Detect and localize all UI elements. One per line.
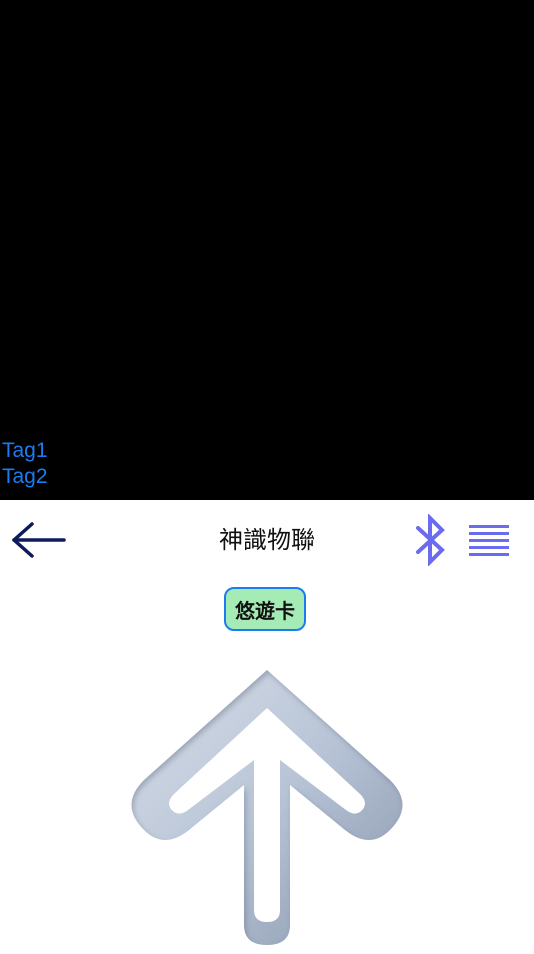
page-title: 神識物聯 xyxy=(219,526,315,554)
camera-preview: Tag1 Tag2 xyxy=(0,0,534,500)
arrow-up-icon xyxy=(131,670,403,945)
tag-label: Tag2 xyxy=(2,465,48,488)
tag-label: Tag1 xyxy=(2,439,48,462)
nav-bar: 神識物聯 xyxy=(0,500,534,580)
direction-indicator xyxy=(120,660,414,950)
menu-lines-icon xyxy=(469,525,509,556)
bluetooth-icon xyxy=(416,513,445,567)
card-type-badge[interactable]: 悠遊卡 xyxy=(224,587,306,631)
menu-button[interactable] xyxy=(466,522,512,558)
bluetooth-button[interactable] xyxy=(412,513,448,567)
tag-list: Tag1 Tag2 xyxy=(2,438,48,490)
